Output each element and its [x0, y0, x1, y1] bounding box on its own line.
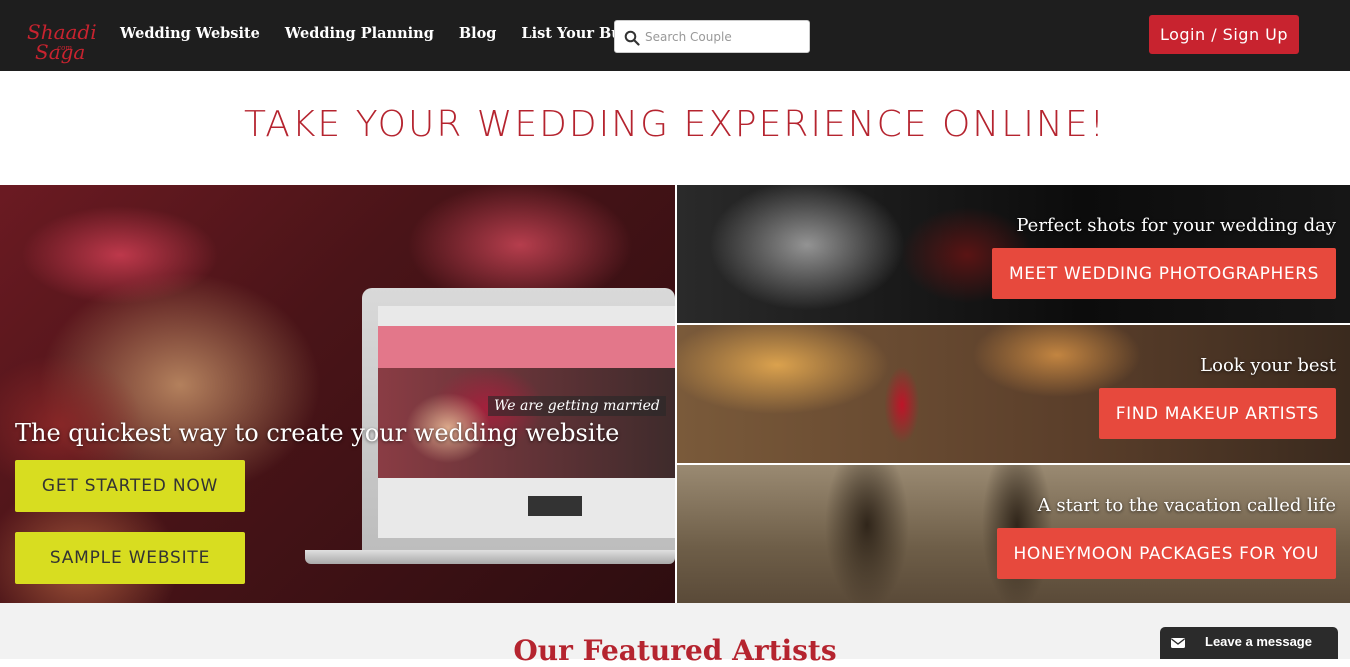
wedding-website-promo: We are getting married The quickest way …: [0, 185, 675, 603]
honeymoon-caption: A start to the vacation called life: [1037, 495, 1336, 516]
site-logo[interactable]: Shaadi Saga: [13, 10, 97, 62]
screen-rsvp-button: [528, 496, 582, 516]
search-icon: [624, 30, 640, 46]
envelope-icon: [1171, 638, 1185, 648]
nav-blog[interactable]: Blog: [459, 25, 497, 42]
search-couple-box: [614, 20, 810, 53]
photographers-panel: Perfect shots for your wedding day MEET …: [677, 185, 1350, 323]
honeymoon-panel: A start to the vacation called life HONE…: [677, 465, 1350, 603]
hero-title: TAKE YOUR WEDDING EXPERIENCE ONLINE!: [244, 104, 1106, 145]
leave-message-widget[interactable]: Leave a message: [1160, 627, 1338, 659]
logo-wordmark: Shaadi Saga: [27, 22, 97, 62]
photographers-caption: Perfect shots for your wedding day: [1016, 215, 1336, 236]
makeup-panel: Look your best FIND MAKEUP ARTISTS: [677, 325, 1350, 463]
sample-website-button[interactable]: SAMPLE WEBSITE: [15, 532, 245, 584]
screen-tagline: We are getting married: [488, 396, 666, 416]
login-signup-button[interactable]: Login / Sign Up: [1149, 15, 1299, 54]
top-navbar: Shaadi Saga .com Wedding Website Wedding…: [0, 0, 1350, 71]
featured-artists-title: Our Featured Artists: [513, 634, 837, 667]
search-couple-input[interactable]: [645, 25, 805, 49]
laptop-base: [305, 550, 675, 564]
nav-wedding-website[interactable]: Wedding Website: [120, 25, 260, 42]
find-makeup-artists-button[interactable]: FIND MAKEUP ARTISTS: [1098, 388, 1336, 439]
main-nav: Wedding Website Wedding Planning Blog Li…: [120, 25, 697, 42]
meet-photographers-button[interactable]: MEET WEDDING PHOTOGRAPHERS: [991, 248, 1336, 299]
get-started-button[interactable]: GET STARTED NOW: [15, 460, 245, 512]
screen-header-band: [378, 326, 675, 368]
hero-tagline: The quickest way to create your wedding …: [15, 419, 620, 447]
nav-wedding-planning[interactable]: Wedding Planning: [285, 25, 434, 42]
leave-message-label: Leave a message: [1205, 634, 1312, 649]
makeup-caption: Look your best: [1200, 355, 1336, 376]
logo-domain: .com: [55, 44, 72, 52]
honeymoon-packages-button[interactable]: HONEYMOON PACKAGES FOR YOU: [996, 528, 1336, 579]
